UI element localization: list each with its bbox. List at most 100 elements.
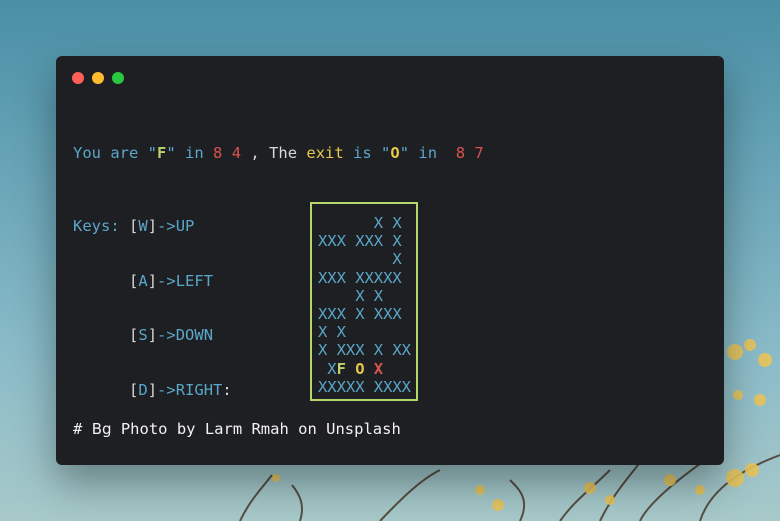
maze-wall: X [318, 268, 328, 287]
colon: : [222, 380, 232, 399]
status-in-2: " in [399, 144, 456, 163]
exit-word: exit [306, 144, 344, 163]
maze-row: XXX XXX X [318, 232, 411, 250]
maze-row: X [318, 250, 411, 268]
status-prefix: You are " [73, 144, 157, 163]
maze-row: X X [318, 214, 411, 232]
arrow: -> [157, 271, 176, 290]
maze-space [383, 232, 392, 250]
maze-wall: X [355, 232, 365, 251]
player-char: F [157, 144, 167, 163]
maze-space [383, 250, 392, 268]
maze-space [364, 341, 373, 359]
maze-space [327, 214, 336, 232]
maze-space [383, 360, 392, 378]
maze-space [364, 323, 373, 341]
maze-wall: X [383, 268, 393, 287]
maze-wall: X [318, 232, 328, 251]
maze-wall: X [327, 359, 337, 378]
zoom-button[interactable] [112, 72, 124, 84]
maze-wall: X [392, 232, 402, 251]
keys-label: Keys: [73, 217, 129, 236]
maze-wall: X [318, 323, 328, 342]
maze-wall: X [392, 304, 402, 323]
action-up: UP [175, 217, 195, 236]
maze-grid: X X XXX XXX X X XXX XXXXX X X XXX X XXX X X… [318, 214, 411, 396]
exit-char: O [390, 144, 400, 163]
status-in: " in [166, 144, 214, 163]
maze-space [337, 214, 346, 232]
keys-line-w: Keys: [W]->UP [73, 217, 195, 236]
maze-row: XXX X XXX [318, 305, 411, 323]
maze-space [364, 360, 373, 378]
credit-text: Photo by Larm Rmah on Unsplash [111, 420, 401, 438]
status-sep: , The [241, 144, 307, 163]
terminal-output: You are "F" in 8 4 , The exit is "O" in … [73, 108, 484, 436]
maze-row: XXXXX XXXX [318, 378, 411, 396]
maze-wall: X [336, 323, 346, 342]
maze-space [337, 287, 346, 305]
maze-wall: X [392, 377, 402, 396]
maze-wall: X [392, 268, 402, 287]
maze-row: XF O X [318, 360, 411, 378]
maze-space [346, 214, 355, 232]
action-down: DOWN [175, 326, 214, 345]
maze-wall: X [383, 377, 393, 396]
maze-wall: X [336, 377, 346, 396]
maze-wall: X [392, 250, 402, 269]
maze-wall: X [364, 232, 374, 251]
maze-wall: X [373, 232, 384, 251]
maze-space [355, 214, 364, 232]
maze-wall: X [318, 377, 328, 396]
maze-wall: X [355, 304, 365, 323]
maze-space [364, 287, 373, 305]
maze-wall: X [373, 304, 384, 323]
maze-wall: X [392, 341, 402, 360]
maze-wall: X [373, 214, 384, 232]
maze-row: XXX XXXXX [318, 269, 411, 287]
keys-line-a: [A]->LEFT [129, 271, 214, 290]
player-col: 4 [231, 144, 242, 163]
maze-space [327, 323, 336, 341]
key-w: W [138, 217, 148, 236]
maze-wall: X [336, 232, 346, 251]
maze-space [355, 250, 364, 268]
maze-space [346, 360, 355, 378]
key-d: D [138, 380, 148, 399]
maze-space [346, 250, 355, 268]
minimize-button[interactable] [92, 72, 104, 84]
maze-space [318, 214, 327, 232]
maze-space [383, 214, 392, 232]
maze-wall: X [364, 268, 374, 287]
maze-wall: X [401, 377, 412, 396]
keys-line-d: [D]->RIGHT: [129, 380, 232, 399]
close-button[interactable] [72, 72, 84, 84]
maze-wall: X [336, 268, 346, 287]
maze-wall: X [336, 304, 346, 323]
maze-space [364, 305, 373, 323]
maze-space [374, 323, 383, 341]
maze-space [355, 323, 364, 341]
maze-space [364, 214, 373, 232]
maze-wall: X [355, 268, 365, 287]
maze-space [364, 250, 373, 268]
exit-col: 7 [474, 144, 484, 163]
maze-wall: X [373, 268, 384, 287]
maze-exit: O [355, 359, 365, 378]
maze-space [318, 250, 327, 268]
key-s: S [138, 326, 148, 345]
maze-space [392, 323, 401, 341]
maze-wall: X [336, 341, 346, 360]
terminal-window: You are "F" in 8 4 , The exit is "O" in … [56, 56, 724, 465]
arrow: -> [157, 380, 176, 399]
maze-space [346, 269, 355, 287]
maze-wall: X [318, 304, 328, 323]
maze-row: X X [318, 287, 411, 305]
key-a: A [138, 271, 148, 290]
player-row: 8 [213, 144, 223, 163]
action-right: RIGHT [175, 380, 223, 399]
maze-wall: X [345, 377, 356, 396]
maze-space [392, 360, 401, 378]
maze-space [383, 323, 392, 341]
maze-wall: X [373, 286, 384, 305]
